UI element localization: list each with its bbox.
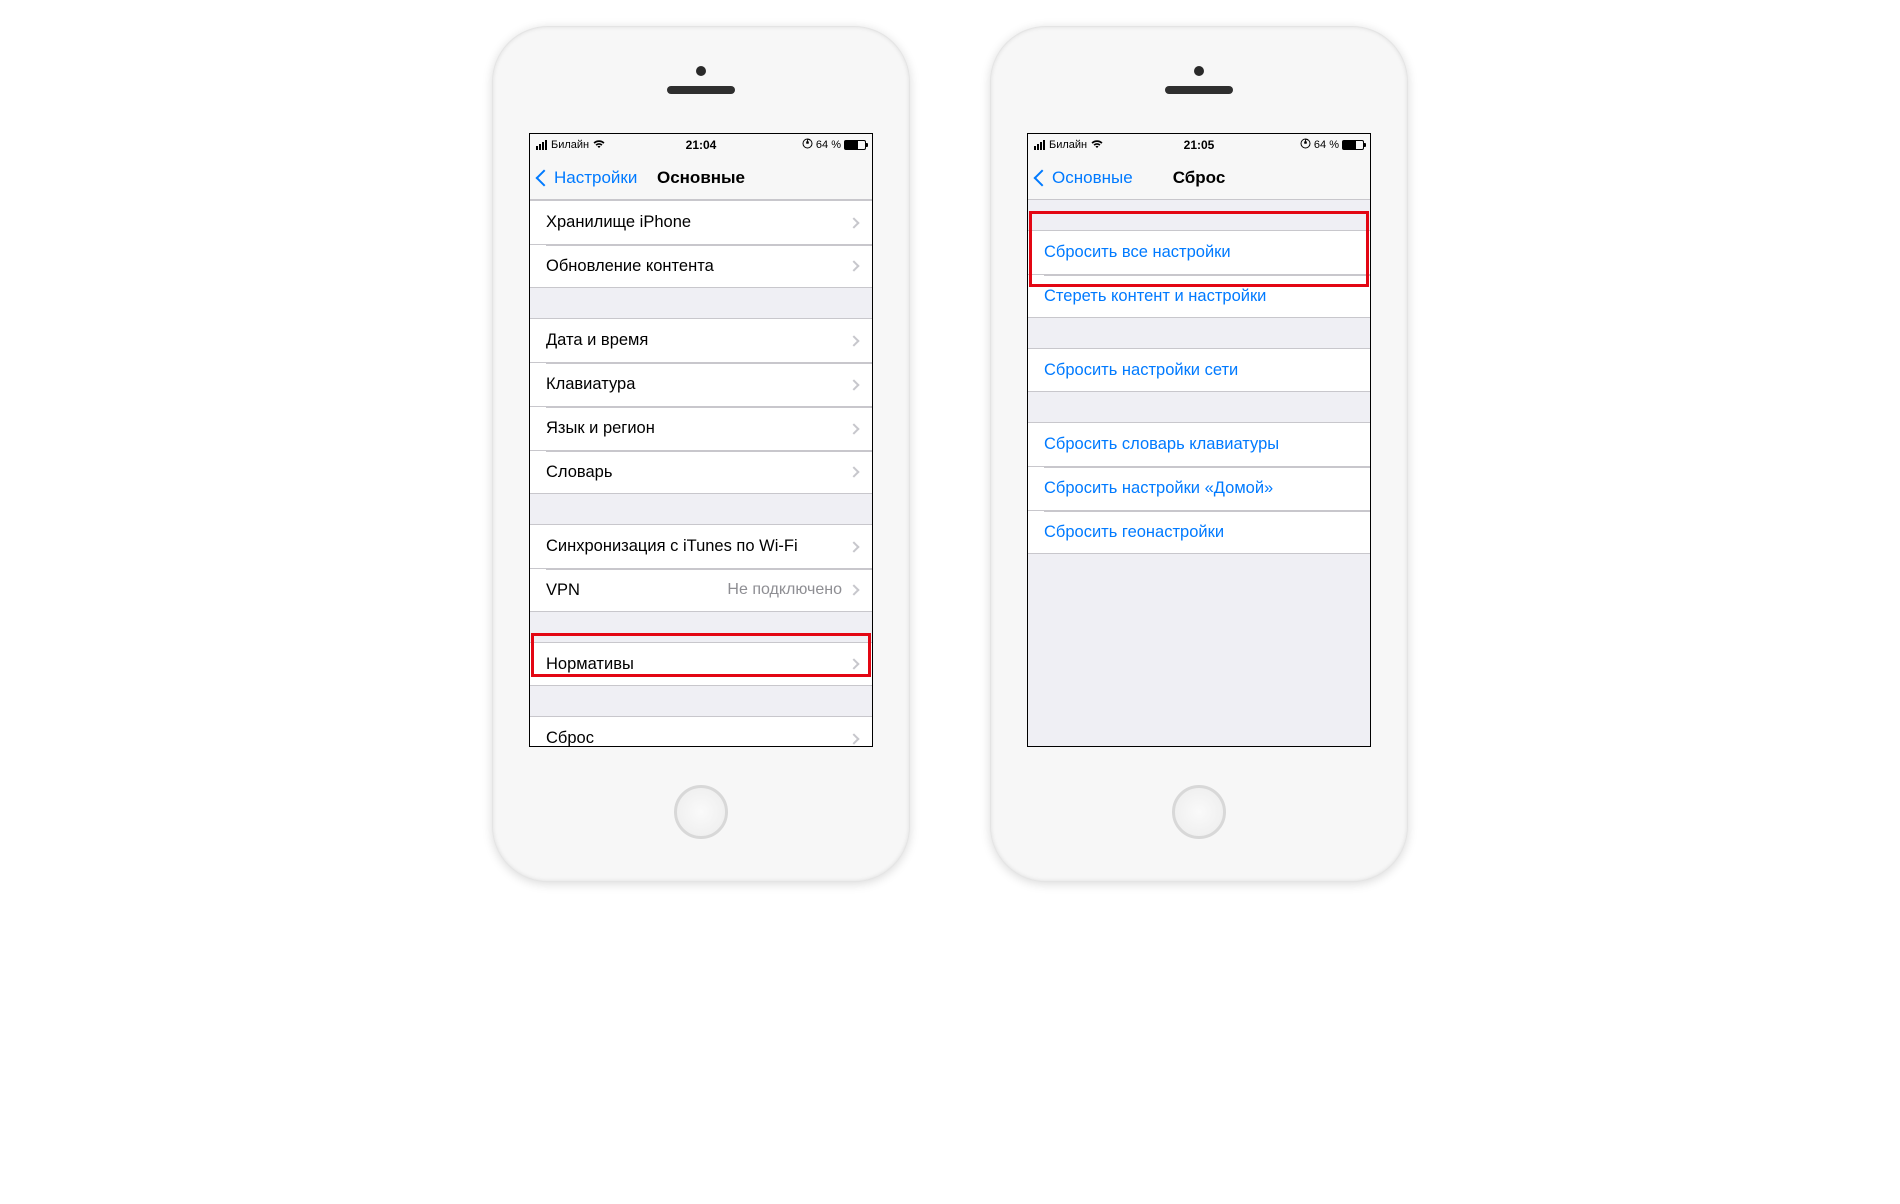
back-button[interactable]: Основные [1036, 168, 1133, 188]
cellular-signal-icon [1034, 140, 1045, 150]
cell-label: Нормативы [546, 655, 850, 674]
status-bar: Билайн 21:05 64 % [1028, 134, 1370, 156]
carrier-label: Билайн [1049, 139, 1087, 151]
clock-label: 21:04 [686, 138, 717, 152]
cell-label: Хранилище iPhone [546, 213, 850, 232]
cell-label: Словарь [546, 463, 850, 482]
cell-label: Клавиатура [546, 375, 850, 394]
settings-group: Сбросить настройки сети [1028, 348, 1370, 392]
settings-group: Синхронизация с iTunes по Wi-Fi VPN Не п… [530, 524, 872, 612]
battery-icon [1342, 140, 1364, 150]
back-label: Настройки [554, 168, 637, 188]
settings-group: Дата и время Клавиатура Язык и регион Сл… [530, 318, 872, 494]
battery-icon [844, 140, 866, 150]
chevron-right-icon [848, 379, 859, 390]
chevron-right-icon [848, 260, 859, 271]
chevron-right-icon [848, 658, 859, 669]
cell-label: Язык и регион [546, 419, 850, 438]
cell-label: Синхронизация с iTunes по Wi-Fi [546, 537, 850, 556]
settings-list: Хранилище iPhone Обновление контента Дат… [530, 200, 872, 746]
chevron-right-icon [848, 584, 859, 595]
speaker-icon [667, 86, 735, 94]
cell-label: Сбросить все настройки [1044, 243, 1356, 262]
chevron-right-icon [848, 541, 859, 552]
camera-icon [696, 66, 706, 76]
wifi-icon [1091, 139, 1103, 152]
chevron-left-icon [536, 169, 553, 186]
phone-mockup-general: Билайн 21:04 64 % Настр [492, 26, 910, 882]
cell-label: Обновление контента [546, 257, 850, 276]
orientation-lock-icon [1300, 138, 1311, 152]
wifi-icon [593, 139, 605, 152]
cell-erase-content-settings[interactable]: Стереть контент и настройки [1028, 274, 1370, 318]
speaker-icon [1165, 86, 1233, 94]
chevron-left-icon [1034, 169, 1051, 186]
chevron-right-icon [848, 466, 859, 477]
camera-icon [1194, 66, 1204, 76]
battery-percent-label: 64 % [1314, 139, 1339, 151]
screen-general: Билайн 21:04 64 % Настр [529, 133, 873, 747]
reset-list: Сбросить все настройки Стереть контент и… [1028, 200, 1370, 746]
cell-reset-network[interactable]: Сбросить настройки сети [1028, 348, 1370, 392]
cellular-signal-icon [536, 140, 547, 150]
cell-dictionary[interactable]: Словарь [530, 450, 872, 494]
status-bar: Билайн 21:04 64 % [530, 134, 872, 156]
cell-reset[interactable]: Сброс [530, 716, 872, 746]
cell-language-region[interactable]: Язык и регион [530, 406, 872, 450]
cell-background-refresh[interactable]: Обновление контента [530, 244, 872, 288]
navigation-bar: Основные Сброс [1028, 156, 1370, 200]
cell-label: Дата и время [546, 331, 850, 350]
settings-group: Хранилище iPhone Обновление контента [530, 200, 872, 288]
settings-group: Сброс Выключить [530, 716, 872, 746]
cell-label: Стереть контент и настройки [1044, 287, 1356, 306]
home-button[interactable] [674, 785, 728, 839]
settings-group: Сбросить все настройки Стереть контент и… [1028, 230, 1370, 318]
cell-regulatory[interactable]: Нормативы [530, 642, 872, 686]
settings-group: Сбросить словарь клавиатуры Сбросить нас… [1028, 422, 1370, 554]
chevron-right-icon [848, 423, 859, 434]
cell-itunes-wifi-sync[interactable]: Синхронизация с iTunes по Wi-Fi [530, 524, 872, 568]
clock-label: 21:05 [1184, 138, 1215, 152]
page-title: Сброс [1173, 168, 1226, 188]
chevron-right-icon [848, 217, 859, 228]
phone-mockup-reset: Билайн 21:05 64 % Основные [990, 26, 1408, 882]
cell-reset-keyboard-dict[interactable]: Сбросить словарь клавиатуры [1028, 422, 1370, 466]
phone-hardware-top [667, 27, 735, 133]
page-title: Основные [657, 168, 745, 188]
carrier-label: Билайн [551, 139, 589, 151]
cell-date-time[interactable]: Дата и время [530, 318, 872, 362]
battery-percent-label: 64 % [816, 139, 841, 151]
navigation-bar: Настройки Основные [530, 156, 872, 200]
chevron-right-icon [848, 733, 859, 744]
cell-vpn[interactable]: VPN Не подключено [530, 568, 872, 612]
cell-reset-all-settings[interactable]: Сбросить все настройки [1028, 230, 1370, 274]
settings-group: Нормативы [530, 642, 872, 686]
cell-label: Сбросить настройки сети [1044, 361, 1356, 380]
cell-reset-home-layout[interactable]: Сбросить настройки «Домой» [1028, 466, 1370, 510]
cell-label: Сбросить геонастройки [1044, 523, 1356, 542]
cell-detail: Не подключено [727, 581, 842, 599]
cell-label: Сбросить настройки «Домой» [1044, 479, 1356, 498]
home-button[interactable] [1172, 785, 1226, 839]
back-label: Основные [1052, 168, 1133, 188]
orientation-lock-icon [802, 138, 813, 152]
phone-hardware-top [1165, 27, 1233, 133]
cell-iphone-storage[interactable]: Хранилище iPhone [530, 200, 872, 244]
cell-label: Сброс [546, 729, 850, 746]
cell-label: VPN [546, 581, 727, 600]
screen-reset: Билайн 21:05 64 % Основные [1027, 133, 1371, 747]
back-button[interactable]: Настройки [538, 168, 637, 188]
chevron-right-icon [848, 335, 859, 346]
cell-keyboard[interactable]: Клавиатура [530, 362, 872, 406]
cell-reset-location[interactable]: Сбросить геонастройки [1028, 510, 1370, 554]
cell-label: Сбросить словарь клавиатуры [1044, 435, 1356, 454]
